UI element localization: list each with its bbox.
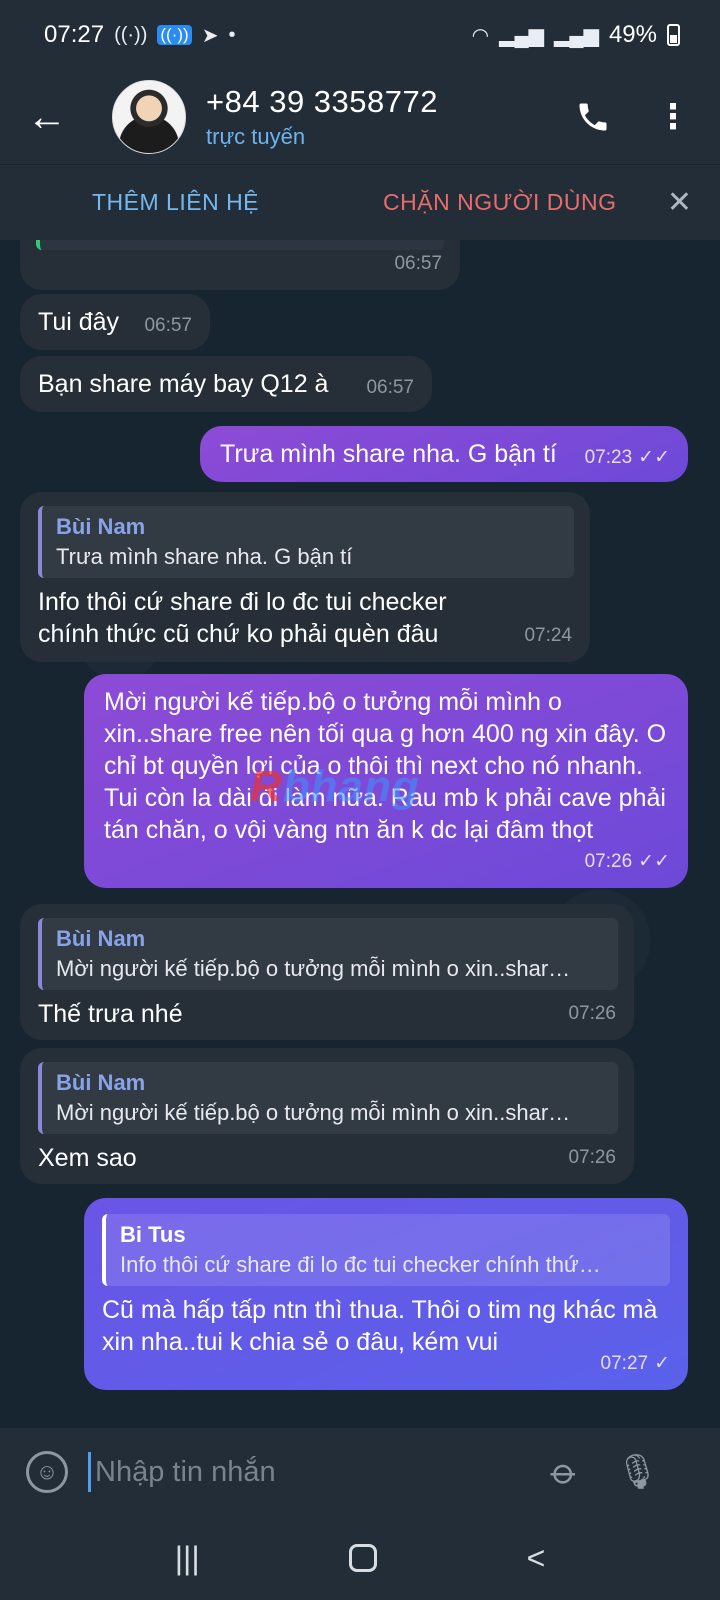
message-text: Xem sao xyxy=(38,1144,137,1172)
message-time-value: 07:26 xyxy=(584,851,633,872)
wifi-calling-icon: ((·)) xyxy=(114,23,148,46)
message-time: 07:24 xyxy=(524,625,572,646)
signal-icon: ▂▄▆ xyxy=(554,24,599,47)
arrow-left-icon: ← xyxy=(27,94,67,139)
reply-text: Trưa mình share nha. G bận tí xyxy=(56,544,353,569)
call-button[interactable] xyxy=(568,92,618,142)
reply-text: Info thôi cứ share đi lo đc tui checker … xyxy=(120,1252,601,1277)
contact-name: +84 39 3358772 xyxy=(206,84,438,119)
message-text: Trưa mình share nha. G bận tí xyxy=(220,440,557,468)
reply-text: Mời người kế tiếp.bộ o tưởng mỗi mình o … xyxy=(56,956,571,981)
reply-author: Bùi Nam xyxy=(56,514,146,539)
paperclip-icon[interactable]: ⌀ xyxy=(542,1449,587,1494)
message-time: 07:27 ✓ xyxy=(601,1348,670,1380)
system-nav-bar: ||| < xyxy=(0,1516,720,1600)
header-actions: ⋮ xyxy=(568,92,698,142)
message-time: 06:57 xyxy=(394,253,442,274)
status-right: ◠ ▂▄▆ ▂▄▆ 49% xyxy=(472,21,680,49)
watermark-first: R xyxy=(250,762,283,811)
watermark-rest: bhang xyxy=(282,762,420,811)
back-button[interactable]: ← xyxy=(7,77,87,157)
reply-text: Mời người kế tiếp.bộ o tưởng mỗi mình o … xyxy=(56,1100,571,1125)
message-input[interactable] xyxy=(88,1452,528,1492)
contact-info[interactable]: +84 39 3358772 trực tuyến xyxy=(206,84,438,150)
emoji-button[interactable]: ☺ xyxy=(26,1451,68,1493)
reply-preview[interactable]: Bùi Nam Mời người kế tiếp.bộ o tưởng mỗi… xyxy=(38,918,618,990)
chat-header: ← +84 39 3358772 trực tuyến ⋮ xyxy=(0,70,720,164)
message-time: 07:26 xyxy=(568,1003,616,1024)
reply-author: Bi Tus xyxy=(120,1222,186,1247)
reply-preview[interactable]: Bùi Nam Trưa mình share nha. G bận tí xyxy=(38,506,574,578)
smiley-icon: ☺ xyxy=(35,1459,59,1484)
message-text: Cũ mà hấp tấp ntn thì thua. Thôi o tim n… xyxy=(102,1296,658,1356)
reply-preview[interactable]: Bùi Nam Mời người kế tiếp.bộ o tưởng mỗi… xyxy=(38,1062,618,1134)
message-outgoing[interactable]: Bi Tus Info thôi cứ share đi lo đc tui c… xyxy=(84,1198,688,1390)
media-bar xyxy=(36,240,444,250)
message-incoming[interactable]: 06:57 xyxy=(20,240,460,290)
message-time-value: 07:23 xyxy=(584,447,633,468)
watermark-logo: Rbhang xyxy=(250,762,420,812)
avatar[interactable] xyxy=(112,80,186,154)
message-incoming[interactable]: Bùi Nam Trưa mình share nha. G bận tí In… xyxy=(20,492,590,662)
message-text: Bạn share máy bay Q12 à xyxy=(38,370,329,398)
message-time: 07:26 ✓✓ xyxy=(585,846,670,878)
message-text: Tui đây xyxy=(38,308,120,336)
message-time: 07:26 xyxy=(568,1147,616,1168)
contact-action-bar: THÊM LIÊN HỆ CHẶN NGƯỜI DÙNG ✕ xyxy=(0,164,720,240)
contact-status: trực tuyến xyxy=(206,124,306,149)
single-check-icon: ✓ xyxy=(654,1353,670,1374)
reply-preview[interactable]: Bi Tus Info thôi cứ share đi lo đc tui c… xyxy=(102,1214,670,1286)
recents-icon[interactable]: ||| xyxy=(175,1540,200,1577)
more-options-button[interactable]: ⋮ xyxy=(648,92,698,142)
double-check-icon: ✓✓ xyxy=(638,851,670,872)
add-contact-button[interactable]: THÊM LIÊN HỆ xyxy=(92,189,259,216)
close-icon[interactable]: ✕ xyxy=(667,185,692,220)
message-input-bar: ☺ ⌀ 🎙 xyxy=(0,1428,720,1516)
message-incoming[interactable]: Bùi Nam Mời người kế tiếp.bộ o tưởng mỗi… xyxy=(20,904,634,1040)
phone-icon xyxy=(579,103,607,131)
battery-percent: 49% xyxy=(608,21,657,48)
message-incoming[interactable]: Bùi Nam Mời người kế tiếp.bộ o tưởng mỗi… xyxy=(20,1048,634,1184)
chat-area[interactable]: 06:57 Tui đây 06:57 Bạn share máy bay Q1… xyxy=(0,240,720,1428)
reply-author: Bùi Nam xyxy=(56,926,146,951)
message-text: Thế trưa nhé xyxy=(38,1000,183,1028)
message-incoming[interactable]: Tui đây 06:57 xyxy=(20,294,210,350)
home-icon[interactable] xyxy=(349,1544,378,1572)
message-text: Info thôi cứ share đi lo đc tui checker … xyxy=(38,588,447,648)
message-outgoing[interactable]: Trưa mình share nha. G bận tí 07:23 ✓✓ xyxy=(200,426,688,482)
back-nav-icon[interactable]: < xyxy=(527,1540,546,1577)
message-time: 06:57 xyxy=(144,315,192,336)
microphone-icon[interactable]: 🎙 xyxy=(616,1452,659,1492)
message-incoming[interactable]: Bạn share máy bay Q12 à 06:57 xyxy=(20,356,432,412)
signal-icon: ▂▄▆ xyxy=(499,24,545,47)
hotspot-icon: ((·)) xyxy=(157,25,192,45)
message-time: 07:23 ✓✓ xyxy=(585,442,670,474)
double-check-icon: ✓✓ xyxy=(638,447,670,468)
telegram-icon: ➤ xyxy=(201,24,219,47)
status-bar: 07:27 ((·)) ((·)) ➤ • ◠ ▂▄▆ ▂▄▆ 49% xyxy=(0,0,720,70)
status-left: 07:27 ((·)) ((·)) ➤ • xyxy=(44,21,235,49)
dot-icon: • xyxy=(228,23,236,46)
message-time: 06:57 xyxy=(366,377,414,398)
battery-icon xyxy=(667,24,680,46)
block-user-button[interactable]: CHẶN NGƯỜI DÙNG xyxy=(383,189,616,216)
status-time: 07:27 xyxy=(44,21,105,48)
wifi-icon: ◠ xyxy=(471,24,490,47)
message-time-value: 07:27 xyxy=(600,1353,649,1374)
reply-author: Bùi Nam xyxy=(56,1070,146,1095)
kebab-menu-icon: ⋮ xyxy=(656,98,690,136)
